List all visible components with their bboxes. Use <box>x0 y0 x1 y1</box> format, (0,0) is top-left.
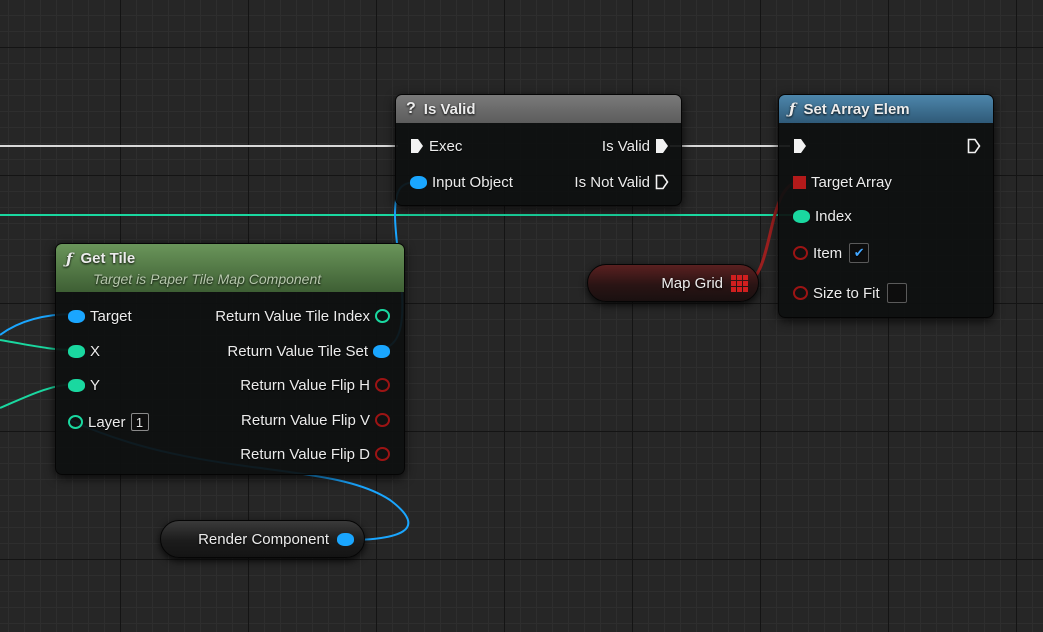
get-tile-node[interactable]: ƒ Get Tile Target is Paper Tile Map Comp… <box>55 243 405 475</box>
get-tile-header[interactable]: ƒ Get Tile Target is Paper Tile Map Comp… <box>56 244 404 292</box>
input-object-pin[interactable]: Input Object <box>410 172 518 192</box>
exec-arrow-icon <box>656 139 668 153</box>
set-array-exec-in-pin[interactable] <box>793 136 807 156</box>
input-object-label: Input Object <box>432 173 513 191</box>
target-pin[interactable]: Target <box>68 306 137 326</box>
index-label: Index <box>815 207 852 225</box>
is-not-valid-out-pin[interactable]: Is Not Valid <box>569 172 669 192</box>
item-label: Item <box>813 244 843 262</box>
int-pin-icon <box>68 344 85 358</box>
map-grid-label: Map Grid <box>661 274 723 292</box>
flip-d-label: Return Value Flip D <box>240 445 370 463</box>
is-not-valid-out-label: Is Not Valid <box>574 173 650 191</box>
flip-d-pin[interactable]: Return Value Flip D <box>235 444 390 464</box>
tile-set-label: Return Value Tile Set <box>227 342 368 360</box>
exec-arrow-icon <box>411 139 423 153</box>
exec-arrow-outline-icon <box>967 138 981 154</box>
target-label: Target <box>90 307 132 325</box>
int-pin-icon <box>793 209 810 223</box>
set-array-elem-node[interactable]: ƒ Set Array Elem Target Array Index Item… <box>778 94 994 318</box>
flip-h-pin[interactable]: Return Value Flip H <box>235 375 390 395</box>
layer-value-input[interactable]: 1 <box>130 413 149 431</box>
set-array-elem-title: Set Array Elem <box>803 100 910 118</box>
target-array-label: Target Array <box>811 173 892 191</box>
bool-pin-icon <box>375 378 390 392</box>
is-valid-header[interactable]: ? Is Valid <box>396 95 681 123</box>
size-to-fit-pin[interactable]: Size to Fit <box>793 283 907 303</box>
x-label: X <box>90 342 101 360</box>
int-pin-icon <box>68 415 83 429</box>
target-array-pin[interactable]: Target Array <box>793 172 897 192</box>
item-checkbox[interactable]: ✔ <box>849 243 870 263</box>
int-pin-icon <box>68 378 85 392</box>
array-grid-pin-icon[interactable] <box>731 274 748 292</box>
item-pin[interactable]: Item ✔ <box>793 243 870 263</box>
set-array-exec-out-pin[interactable] <box>967 136 981 156</box>
question-mark-icon: ? <box>406 100 416 117</box>
render-component-label: Render Component <box>198 530 329 548</box>
y-label: Y <box>90 376 101 394</box>
exec-in-label: Exec <box>429 137 463 155</box>
object-pin-icon[interactable] <box>337 532 354 546</box>
flip-v-label: Return Value Flip V <box>241 411 370 429</box>
object-pin-icon <box>68 309 85 323</box>
layer-label: Layer <box>88 413 126 431</box>
get-tile-subtitle: Target is Paper Tile Map Component <box>93 270 322 287</box>
function-icon: ƒ <box>789 100 796 118</box>
size-to-fit-checkbox[interactable] <box>886 283 907 303</box>
flip-h-label: Return Value Flip H <box>240 376 370 394</box>
render-component-variable-node[interactable]: Render Component <box>160 520 365 558</box>
size-to-fit-label: Size to Fit <box>813 284 880 302</box>
object-pin-icon <box>373 344 390 358</box>
is-valid-out-label: Is Valid <box>601 137 650 155</box>
array-pin-icon <box>793 175 806 189</box>
object-pin-icon <box>410 175 427 189</box>
int-pin-icon <box>375 309 390 323</box>
bool-pin-icon <box>375 447 390 461</box>
map-grid-variable-node[interactable]: Map Grid <box>587 264 759 302</box>
flip-v-pin[interactable]: Return Value Flip V <box>236 410 390 430</box>
bool-pin-icon <box>793 246 808 260</box>
tile-index-label: Return Value Tile Index <box>215 307 370 325</box>
x-pin[interactable]: X <box>68 341 105 361</box>
y-pin[interactable]: Y <box>68 375 105 395</box>
function-icon: ƒ <box>66 249 73 268</box>
exec-arrow-icon <box>794 139 806 153</box>
bool-pin-icon <box>375 413 390 427</box>
index-pin[interactable]: Index <box>793 206 857 226</box>
bool-pin-icon <box>793 286 808 300</box>
is-valid-node[interactable]: ? Is Valid Exec Input Object Is Valid Is… <box>395 94 682 206</box>
is-valid-out-pin[interactable]: Is Valid <box>597 136 669 156</box>
get-tile-title: Get Tile <box>80 250 136 267</box>
exec-arrow-outline-icon <box>655 174 669 190</box>
exec-in-pin[interactable]: Exec <box>410 136 467 156</box>
is-valid-title: Is Valid <box>423 100 476 118</box>
set-array-elem-header[interactable]: ƒ Set Array Elem <box>779 95 993 123</box>
layer-pin[interactable]: Layer 1 <box>68 412 149 432</box>
tile-set-pin[interactable]: Return Value Tile Set <box>222 341 390 361</box>
tile-index-pin[interactable]: Return Value Tile Index <box>210 306 390 326</box>
